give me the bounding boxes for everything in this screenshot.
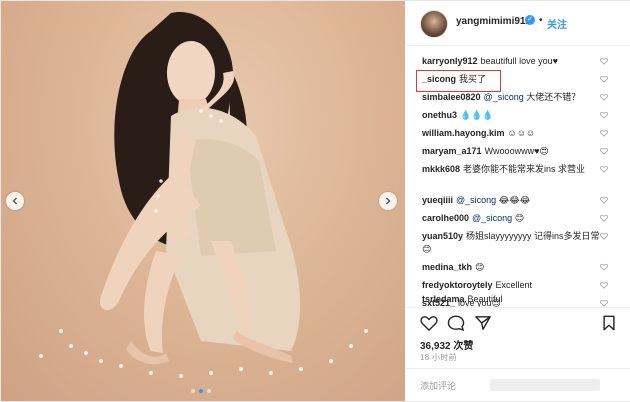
comment-username[interactable]: mkkk608 (422, 164, 460, 174)
comment-item: maryam_a171 Wwooowww♥😍 (422, 145, 602, 158)
carousel-indicator (191, 389, 211, 393)
carousel-dot-active (199, 389, 203, 393)
heart-icon[interactable] (600, 129, 608, 137)
heart-icon[interactable] (600, 111, 608, 119)
follow-button[interactable]: 关注 (547, 16, 567, 31)
post-dialog: yangmimimi912 ✓ • 关注 karryonly912 beautif… (0, 0, 630, 402)
comment-item: william.hayong.kim ☺☺☺ (422, 127, 602, 140)
comment-username[interactable]: yueqiiii (422, 195, 453, 205)
comment-item: mkkk608 老婆你能不能常来发ins 求营业 (422, 163, 602, 176)
heart-icon[interactable] (600, 281, 608, 289)
heart-icon[interactable] (600, 196, 608, 204)
comment-item: carolhe000 @_sicong 😊 (422, 212, 602, 225)
comment-username[interactable]: yuan510y (422, 231, 463, 241)
comment-text: Excellent (495, 280, 533, 290)
comment-text: 😊 (475, 262, 485, 272)
heart-icon[interactable] (600, 75, 608, 83)
comment-item: onethu3 💧💧💧 (422, 109, 602, 122)
like-count[interactable]: 36,932 次赞 (420, 337, 473, 352)
add-comment-bar (406, 368, 630, 402)
comment-text: 😊 (514, 213, 525, 223)
comment-username[interactable]: fredyoktoroytely (422, 280, 493, 290)
comment-text: ☺☺☺ (507, 128, 536, 138)
comment-username[interactable]: simbalee0820 (422, 92, 481, 102)
action-bar (406, 307, 630, 338)
header-separator: • (539, 15, 543, 26)
comment-username[interactable]: maryam_a171 (422, 146, 482, 156)
post-timestamp: 18 小时前 (420, 353, 457, 362)
comment-text: 大佬还不错？ (526, 92, 581, 102)
comment-item: tsrledama Beautiful (422, 293, 602, 306)
author-username[interactable]: yangmimimi912 (456, 16, 531, 27)
heart-icon[interactable] (600, 57, 608, 65)
comment-item: yueqiiii @_sicong 😂😂😂 (422, 194, 602, 207)
comment-mention[interactable]: @_sicong (484, 92, 524, 102)
comment-text: Beautiful (467, 294, 503, 304)
post-header: yangmimimi912 ✓ • 关注 (406, 1, 630, 46)
heart-icon[interactable] (600, 263, 608, 271)
comment-text: 💧💧💧 (460, 110, 494, 120)
comment-username[interactable]: william.hayong.kim (422, 128, 505, 138)
comment-text: 😂😂😂 (498, 195, 531, 205)
bookmark-icon[interactable] (602, 315, 616, 331)
comment-item: medina_tkh 😊 (422, 261, 602, 274)
post-photo[interactable] (1, 1, 405, 401)
heart-icon[interactable] (600, 214, 608, 222)
comment-bubble-icon[interactable] (447, 315, 465, 331)
photo-illustration (39, 11, 368, 378)
comment-username[interactable]: tsrledama (422, 294, 465, 304)
comment-item: karryonly912 beautifull love you♥ (422, 55, 602, 68)
comment-item: yuan510y 杨姐slayyyyyyyy 记得ins多发日常😊 (422, 230, 602, 256)
comment-username[interactable]: carolhe000 (422, 213, 469, 223)
carousel-next-button[interactable] (379, 192, 397, 210)
heart-icon[interactable] (600, 93, 608, 101)
chevron-right-icon (386, 197, 391, 205)
heart-icon[interactable] (420, 315, 438, 331)
share-arrow-icon[interactable] (474, 315, 492, 331)
carousel-prev-button[interactable] (6, 192, 24, 210)
chevron-left-icon (12, 197, 17, 205)
comment-mention[interactable]: @_sicong (472, 213, 512, 223)
verified-badge-icon: ✓ (525, 15, 535, 25)
comment-username[interactable]: karryonly912 (422, 56, 478, 66)
post-sidebar: yangmimimi912 ✓ • 关注 karryonly912 beautif… (406, 1, 630, 401)
highlight-box (416, 70, 501, 92)
comment-text: 老婆你能不能常来发ins 求营业 (463, 164, 586, 174)
heart-icon[interactable] (600, 232, 608, 240)
comment-item: simbalee0820 @_sicong 大佬还不错？ (422, 91, 602, 104)
avatar[interactable] (420, 10, 448, 38)
blurred-region (490, 379, 600, 391)
comment-mention[interactable]: @_sicong (456, 195, 496, 205)
heart-icon[interactable] (600, 165, 608, 173)
comment-username[interactable]: medina_tkh (422, 262, 472, 272)
carousel-dot (207, 389, 211, 393)
carousel-dot (191, 389, 195, 393)
heart-icon[interactable] (600, 147, 608, 155)
comment-text: beautifull love you♥ (480, 56, 558, 66)
comment-username[interactable]: onethu3 (422, 110, 457, 120)
comment-text: Wwooowww♥😍 (484, 146, 549, 156)
comment-item: fredyoktoroytely Excellent (422, 279, 602, 292)
